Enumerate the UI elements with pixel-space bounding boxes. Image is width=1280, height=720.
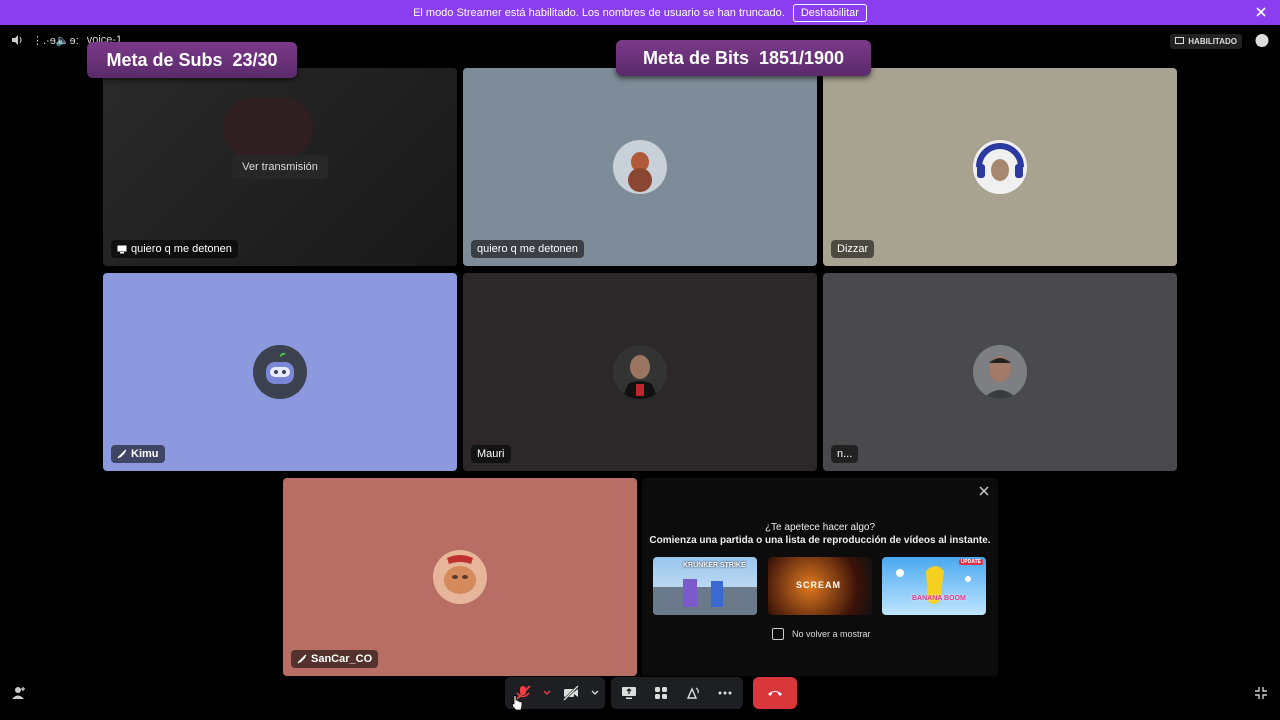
- exit-fullscreen-icon[interactable]: [1254, 686, 1268, 700]
- stream-tile[interactable]: Ver transmisión quiero q me detonen: [103, 68, 457, 266]
- chat-icon[interactable]: [1254, 33, 1270, 49]
- avatar: [253, 345, 307, 399]
- participant-tile[interactable]: n...: [823, 273, 1177, 471]
- disable-streamer-button[interactable]: Deshabilitar: [792, 3, 867, 22]
- panel-title: ¿Te apetece hacer algo?: [764, 522, 876, 533]
- cursor-icon: [511, 695, 523, 711]
- game-card-krunker[interactable]: KRUNKER STRIKE: [653, 557, 757, 615]
- avatar-image: [613, 345, 667, 399]
- participant-name: Kimu: [111, 445, 165, 463]
- streamer-badge-label: HABILITADO: [1188, 36, 1237, 46]
- call-controls: [505, 677, 797, 709]
- speaker-icon[interactable]: [10, 33, 24, 47]
- screen-share-icon: [117, 245, 127, 253]
- hang-up-icon: [768, 691, 782, 696]
- participant-tile[interactable]: Dizzar: [823, 68, 1177, 266]
- participant-name: n...: [831, 445, 859, 463]
- update-badge: UPDATE: [958, 559, 983, 565]
- discord-default-avatar-icon: [253, 345, 307, 399]
- subs-goal-overlay: Meta de Subs 23/30: [87, 42, 297, 78]
- banner-text: El modo Streamer está habilitado. Los no…: [413, 6, 785, 19]
- chevron-down-icon[interactable]: [591, 689, 599, 697]
- channel-prefix: ⋮.·ɘ🔈ɘ:: [32, 34, 79, 47]
- game-title: SCREAM: [796, 580, 842, 590]
- participant-name-label: Dizzar: [837, 243, 869, 255]
- game-title: BANANA BOOM: [912, 595, 966, 602]
- avatar: [973, 345, 1027, 399]
- camera-off-icon: [563, 685, 579, 701]
- chevron-down-icon[interactable]: [543, 689, 551, 697]
- muted-mic-icon: [117, 449, 127, 459]
- dont-show-again[interactable]: No volver a mostrar: [772, 628, 871, 640]
- participant-tile[interactable]: Mauri: [463, 273, 817, 471]
- avatar-image: [433, 550, 487, 604]
- dont-show-again-label: No volver a mostrar: [792, 629, 871, 639]
- avatar: [973, 140, 1027, 194]
- camera-button[interactable]: [559, 681, 583, 705]
- participant-name-label: quiero q me detonen: [477, 243, 578, 255]
- participant-tile[interactable]: quiero q me detonen: [463, 68, 817, 266]
- game-title: KRUNKER STRIKE: [683, 562, 746, 569]
- participant-name: quiero q me detonen: [111, 240, 238, 258]
- invite-person-icon[interactable]: [11, 685, 27, 701]
- avatar-image: [973, 345, 1027, 399]
- panel-subtitle: Comienza una partida o una lista de repr…: [649, 535, 991, 546]
- share-screen-icon: [622, 687, 636, 699]
- soundboard-button[interactable]: [681, 681, 705, 705]
- muted-mic-icon: [297, 654, 307, 664]
- avatar-image: [973, 140, 1027, 194]
- game-card-banana-boom[interactable]: UPDATE BANANA BOOM: [882, 557, 986, 615]
- game-art: [896, 566, 971, 604]
- close-icon[interactable]: [978, 485, 990, 497]
- activity-group: [611, 677, 743, 709]
- participant-name: SanCar_CO: [291, 650, 379, 668]
- game-card-scream[interactable]: SCREAM: [768, 557, 872, 615]
- stream-icon: [1175, 37, 1185, 44]
- participant-name: quiero q me detonen: [471, 240, 584, 258]
- bits-goal-overlay: Meta de Bits 1851/1900: [616, 40, 871, 76]
- avatar: [433, 550, 487, 604]
- more-icon: [718, 691, 732, 695]
- activities-button[interactable]: [649, 681, 673, 705]
- subs-goal-text: Meta de Subs 23/30: [106, 49, 278, 70]
- participant-tile[interactable]: SanCar_CO: [283, 478, 637, 676]
- watch-stream-button[interactable]: Ver transmisión: [232, 155, 328, 179]
- disconnect-button[interactable]: [753, 677, 797, 709]
- close-icon[interactable]: [1254, 5, 1268, 19]
- streamer-badge: HABILITADO: [1170, 33, 1242, 49]
- stream-preview-blob: [223, 98, 313, 158]
- bits-goal-text: Meta de Bits 1851/1900: [642, 47, 845, 68]
- participant-name-label: n...: [837, 448, 853, 460]
- participant-name-label: SanCar_CO: [311, 653, 373, 665]
- participant-name-label: quiero q me detonen: [131, 243, 232, 255]
- participant-name-label: Mauri: [477, 448, 505, 460]
- activities-icon: [655, 687, 667, 699]
- streamer-mode-banner: El modo Streamer está habilitado. Los no…: [0, 0, 1280, 25]
- participant-name: Dizzar: [831, 240, 875, 258]
- participant-tile[interactable]: Kimu: [103, 273, 457, 471]
- avatar: [613, 345, 667, 399]
- soundboard-icon: [686, 687, 699, 699]
- more-options-button[interactable]: [713, 681, 737, 705]
- avatar-image: [613, 140, 667, 194]
- activity-suggestion-panel: ¿Te apetece hacer algo? Comienza una par…: [642, 478, 998, 676]
- participant-name-label: Kimu: [131, 448, 159, 460]
- header-actions: HABILITADO: [1170, 33, 1270, 49]
- participant-name: Mauri: [471, 445, 511, 463]
- dont-show-again-checkbox[interactable]: [772, 628, 784, 640]
- avatar: [613, 140, 667, 194]
- share-screen-button[interactable]: [617, 681, 641, 705]
